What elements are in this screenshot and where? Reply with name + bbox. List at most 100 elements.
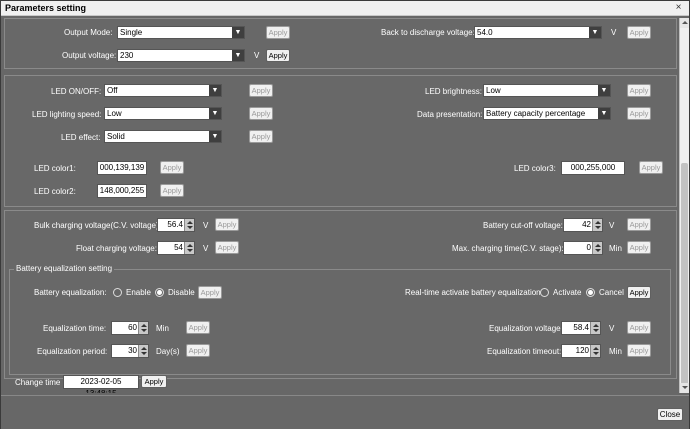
data-presentation-label: Data presentation: — [417, 110, 483, 119]
equalization-voltage-label: Equalization voltage: — [489, 324, 563, 333]
back-discharge-apply-button[interactable]: Apply — [627, 26, 651, 39]
change-time-apply-button[interactable]: Apply — [141, 375, 167, 388]
equalization-period-apply-button[interactable]: Apply — [186, 344, 210, 357]
battery-equalization-label: Battery equalization: — [34, 288, 107, 297]
battery-cutoff-unit: V — [609, 221, 615, 230]
led-color3-input[interactable]: 000,255,000 — [561, 161, 625, 175]
spin-arrows-icon[interactable] — [184, 219, 194, 231]
output-voltage-apply-button[interactable]: Apply — [266, 49, 290, 62]
equalization-voltage-apply-button[interactable]: Apply — [627, 321, 651, 334]
led-effect-select[interactable]: Solid ▼ — [104, 130, 222, 143]
chevron-down-icon: ▼ — [232, 50, 244, 61]
spin-arrows-icon[interactable] — [592, 219, 602, 231]
output-mode-select[interactable]: Single ▼ — [117, 26, 245, 39]
output-voltage-label: Output voltage: — [62, 51, 117, 60]
equalization-disable-radio[interactable] — [155, 288, 164, 297]
output-mode-apply-button[interactable]: Apply — [266, 26, 290, 39]
equalization-timeout-unit: Min — [609, 347, 622, 356]
led-brightness-apply-button[interactable]: Apply — [627, 84, 651, 97]
scroll-down-icon[interactable] — [680, 383, 689, 393]
equalization-voltage-unit: V — [609, 324, 615, 333]
spin-arrows-icon[interactable] — [138, 345, 148, 357]
back-discharge-select[interactable]: 54.0 ▼ — [474, 26, 602, 39]
float-charging-unit: V — [203, 244, 209, 253]
led-color1-label: LED color1: — [34, 164, 76, 173]
bulk-charging-apply-button[interactable]: Apply — [215, 218, 239, 231]
chevron-down-icon: ▼ — [232, 27, 244, 38]
realtime-equalization-apply-button[interactable]: Apply — [627, 286, 651, 299]
led-color2-apply-button[interactable]: Apply — [160, 184, 184, 197]
led-color1-apply-button[interactable]: Apply — [160, 161, 184, 174]
led-color3-apply-button[interactable]: Apply — [639, 161, 663, 174]
bulk-charging-spinner[interactable]: 56.4 — [157, 218, 195, 232]
equalization-time-apply-button[interactable]: Apply — [186, 321, 210, 334]
close-icon[interactable]: × — [672, 2, 685, 14]
equalization-time-unit: Min — [156, 324, 169, 333]
data-presentation-select[interactable]: Battery capacity percentage ▼ — [483, 107, 611, 120]
led-color3-label: LED color3: — [514, 164, 556, 173]
led-section: LED ON/OFF: Off ▼ Apply LED lighting spee… — [4, 75, 677, 207]
equalization-voltage-spinner[interactable]: 58.4 — [561, 321, 601, 335]
led-color1-input[interactable]: 000,139,139 — [97, 161, 147, 175]
realtime-activate-radio[interactable] — [540, 288, 549, 297]
chevron-down-icon: ▼ — [598, 85, 610, 96]
led-speed-select[interactable]: Low ▼ — [104, 107, 222, 120]
led-effect-apply-button[interactable]: Apply — [249, 130, 273, 143]
chevron-down-icon: ▼ — [209, 85, 221, 96]
equalization-disable-label: Disable — [168, 288, 195, 297]
led-effect-label: LED effect: — [61, 133, 101, 142]
max-charging-time-apply-button[interactable]: Apply — [627, 241, 651, 254]
realtime-equalization-label: Real-time activate battery equalization: — [405, 288, 543, 297]
charging-section: Bulk charging voltage(C.V. voltage): 56.… — [4, 210, 677, 379]
output-voltage-unit: V — [254, 51, 260, 60]
equalization-time-spinner[interactable]: 60 — [111, 321, 149, 335]
equalization-enable-label: Enable — [126, 288, 151, 297]
close-button[interactable]: Close — [657, 408, 683, 421]
battery-cutoff-label: Battery cut-off voltage: — [483, 221, 563, 230]
equalization-timeout-spinner[interactable]: 120 — [561, 344, 601, 358]
realtime-cancel-radio[interactable] — [586, 288, 595, 297]
spin-arrows-icon[interactable] — [590, 345, 600, 357]
equalization-period-spinner[interactable]: 30 — [111, 344, 149, 358]
spin-arrows-icon[interactable] — [590, 322, 600, 334]
scroll-up-icon[interactable] — [680, 18, 689, 28]
equalization-timeout-apply-button[interactable]: Apply — [627, 344, 651, 357]
led-speed-label: LED lighting speed: — [32, 110, 102, 119]
bulk-charging-unit: V — [203, 221, 209, 230]
equalization-timeout-label: Equalization timeout: — [487, 347, 562, 356]
scroll-thumb[interactable] — [681, 163, 688, 385]
spin-arrows-icon[interactable] — [184, 242, 194, 254]
window-title: Parameters setting — [5, 3, 87, 13]
change-time-input[interactable]: 2023-02-05 13:48:15 — [63, 375, 139, 393]
vertical-scrollbar[interactable] — [679, 18, 689, 393]
float-charging-label: Float charging voltage: — [76, 244, 157, 253]
data-presentation-apply-button[interactable]: Apply — [627, 107, 651, 120]
battery-cutoff-spinner[interactable]: 42 — [563, 218, 603, 232]
bulk-charging-label: Bulk charging voltage(C.V. voltage): — [34, 221, 161, 230]
led-onoff-select[interactable]: Off ▼ — [104, 84, 222, 97]
equalization-period-label: Equalization period: — [37, 347, 108, 356]
chevron-down-icon: ▼ — [209, 108, 221, 119]
float-charging-spinner[interactable]: 54 — [157, 241, 195, 255]
max-charging-time-spinner[interactable]: 0 — [563, 241, 603, 255]
battery-equalization-apply-button[interactable]: Apply — [198, 286, 222, 299]
output-mode-label: Output Mode: — [64, 28, 113, 37]
spin-arrows-icon[interactable] — [592, 242, 602, 254]
chevron-down-icon: ▼ — [589, 27, 601, 38]
chevron-down-icon: ▼ — [209, 131, 221, 142]
led-onoff-apply-button[interactable]: Apply — [249, 84, 273, 97]
led-brightness-select[interactable]: Low ▼ — [483, 84, 611, 97]
float-charging-apply-button[interactable]: Apply — [215, 241, 239, 254]
output-voltage-select[interactable]: 230 ▼ — [117, 49, 245, 62]
led-color2-label: LED color2: — [34, 187, 76, 196]
equalization-group: Battery equalization setting Battery equ… — [9, 264, 671, 375]
led-speed-apply-button[interactable]: Apply — [249, 107, 273, 120]
led-color2-input[interactable]: 148,000,255 — [97, 184, 147, 198]
dialog-footer: Close — [1, 395, 689, 429]
settings-panel: Output Mode: Single ▼ Apply Output voltag… — [4, 18, 677, 393]
spin-arrows-icon[interactable] — [138, 322, 148, 334]
chevron-down-icon: ▼ — [598, 108, 610, 119]
equalization-enable-radio[interactable] — [113, 288, 122, 297]
output-section: Output Mode: Single ▼ Apply Output voltag… — [4, 18, 677, 69]
battery-cutoff-apply-button[interactable]: Apply — [627, 218, 651, 231]
